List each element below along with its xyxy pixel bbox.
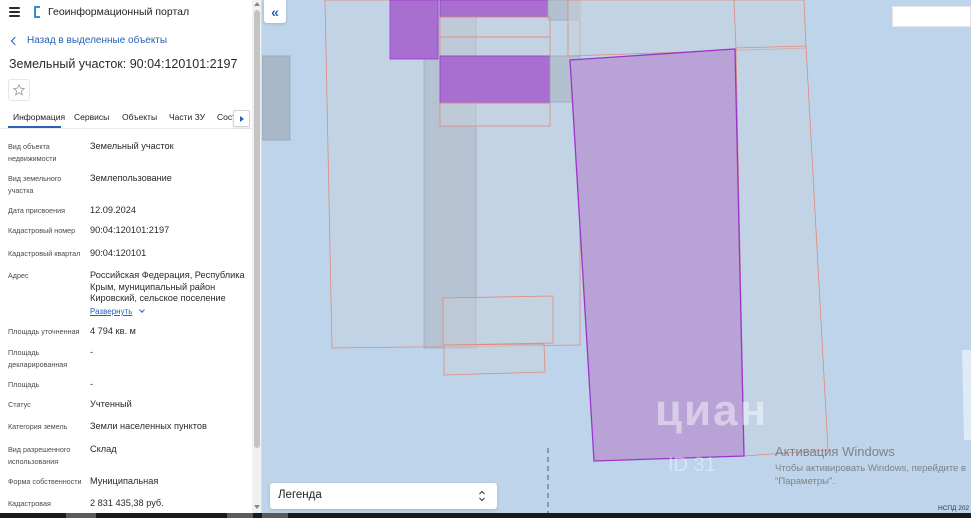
info-label: Форма собственности bbox=[8, 477, 82, 486]
info-label: Кадастровый квартал bbox=[8, 249, 81, 258]
info-label: Категория земель bbox=[8, 422, 68, 431]
info-value: 90:04:120101:2197 bbox=[90, 225, 170, 235]
info-label: Площадь bbox=[8, 380, 40, 389]
taskbar bbox=[0, 513, 971, 518]
panel-scrollbar[interactable] bbox=[252, 0, 261, 513]
parcel-shape bbox=[439, 102, 551, 127]
parcel-shape bbox=[439, 16, 551, 38]
taskbar-item[interactable] bbox=[262, 513, 288, 518]
double-chevron-left-icon: « bbox=[271, 3, 279, 20]
info-value: Муниципальная bbox=[90, 476, 159, 486]
info-label: Кадастровая bbox=[8, 499, 51, 508]
info-value: 90:04:120101 bbox=[90, 248, 147, 258]
map-attribution: НСПД 202 bbox=[938, 505, 970, 512]
info-label: Кадастровый номер bbox=[8, 226, 76, 235]
cadastral-parcels-layer bbox=[262, 0, 971, 513]
map-canvas[interactable] bbox=[262, 0, 971, 513]
watermark-text: циан bbox=[655, 386, 769, 435]
info-value: 2 831 435,38 руб. bbox=[90, 498, 164, 508]
tabs-divider bbox=[0, 128, 252, 129]
parcel-shape bbox=[439, 0, 549, 18]
expand-label: Развернуть bbox=[90, 307, 133, 316]
taskbar-item[interactable] bbox=[227, 513, 253, 518]
taskbar-item[interactable] bbox=[66, 513, 96, 518]
info-value: 12.09.2024 bbox=[90, 205, 136, 215]
tab-services[interactable]: Сервисы bbox=[74, 112, 109, 122]
expand-address-link[interactable]: Развернуть bbox=[90, 307, 146, 316]
info-value: Учтенный bbox=[90, 399, 132, 409]
parcel-shape bbox=[443, 343, 546, 376]
info-value: Склад bbox=[90, 444, 117, 454]
info-value: Российская Федерация, Республика Крым, м… bbox=[90, 270, 245, 303]
tabs-scroll-right-button[interactable] bbox=[233, 110, 250, 127]
info-value: Земельный участок bbox=[90, 141, 174, 151]
watermark-id: ID 31 bbox=[668, 454, 716, 476]
parcel-shape bbox=[439, 55, 551, 104]
info-value: - bbox=[90, 379, 94, 389]
activation-line: "Параметры". bbox=[775, 476, 836, 487]
info-label: Вид объекта недвижимости bbox=[8, 142, 57, 163]
caret-right-icon bbox=[239, 115, 244, 122]
info-label: Площадь декларированная bbox=[8, 348, 68, 369]
chevron-down-icon bbox=[139, 307, 146, 313]
page-title: Земельный участок: 90:04:120101:2197 bbox=[9, 57, 238, 71]
info-label: Вид земельного участка bbox=[8, 174, 62, 195]
hamburger-menu-icon[interactable] bbox=[9, 7, 20, 17]
collapse-panel-button[interactable]: « bbox=[264, 0, 286, 23]
info-label: Площадь уточненная bbox=[8, 327, 80, 336]
scroll-down-arrow-icon[interactable] bbox=[254, 505, 260, 509]
tab-parcel-parts[interactable]: Части ЗУ bbox=[169, 112, 205, 122]
sort-arrows-icon bbox=[479, 490, 485, 502]
favorite-button[interactable] bbox=[8, 79, 30, 101]
scroll-up-arrow-icon[interactable] bbox=[254, 2, 260, 6]
back-link-label: Назад в выделенные объекты bbox=[27, 35, 168, 46]
info-label: Дата присвоения bbox=[8, 206, 66, 215]
info-label: Адрес bbox=[8, 271, 29, 280]
info-label: Статус bbox=[8, 400, 31, 409]
windows-activation-title: Активация Windows bbox=[775, 444, 895, 459]
map-search-input[interactable] bbox=[892, 6, 971, 27]
parcel-shape bbox=[439, 36, 551, 57]
parcel-shape bbox=[442, 295, 554, 346]
app-title: Геоинформационный портал bbox=[48, 6, 190, 18]
parcel-shape bbox=[262, 55, 291, 141]
info-value: - bbox=[90, 347, 94, 357]
chevron-left-icon bbox=[10, 36, 20, 45]
back-to-selected-link[interactable]: Назад в выделенные объекты bbox=[10, 35, 167, 46]
object-info-panel: Геоинформационный портал Назад в выделен… bbox=[0, 0, 262, 518]
portal-logo-icon bbox=[34, 6, 40, 18]
info-value: Землепользование bbox=[90, 173, 172, 183]
info-value: Земли населенных пунктов bbox=[90, 421, 207, 431]
legend-label: Легенда bbox=[278, 489, 322, 501]
tab-information[interactable]: Информация bbox=[13, 112, 65, 122]
parcel-shape bbox=[962, 350, 971, 440]
info-value: 4 794 кв. м bbox=[90, 326, 136, 336]
scrollbar-thumb[interactable] bbox=[254, 10, 260, 448]
activation-line: Чтобы активировать Windows, перейдите в bbox=[775, 463, 967, 474]
windows-activation-message: Чтобы активировать Windows, перейдите в … bbox=[775, 462, 966, 488]
info-label: Вид разрешенного использования bbox=[8, 445, 71, 466]
tab-bar: Информация Сервисы Объекты Части ЗУ Сост bbox=[0, 107, 252, 129]
top-bar: Геоинформационный портал bbox=[0, 0, 252, 26]
tab-objects[interactable]: Объекты bbox=[122, 112, 157, 122]
legend-dropdown[interactable]: Легенда bbox=[270, 483, 497, 509]
star-icon bbox=[13, 84, 25, 96]
parcel-shape bbox=[389, 0, 439, 60]
